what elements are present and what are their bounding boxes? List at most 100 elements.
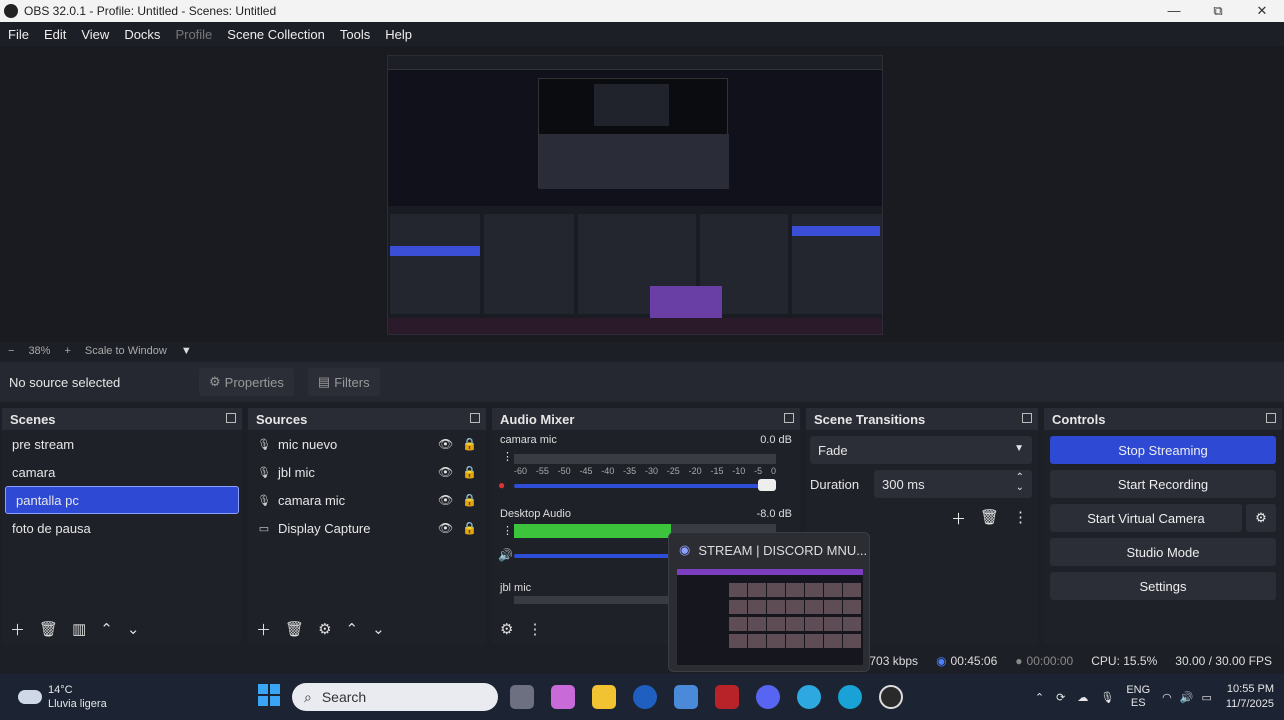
start-virtual-camera-button[interactable]: Start Virtual Camera xyxy=(1050,504,1242,532)
preview-canvas[interactable] xyxy=(387,55,883,335)
mcafee-icon[interactable] xyxy=(715,685,739,709)
system-tray: ⌃ ⟳ ☁ 🎙 ENG ES ◠ 🔊 ▭ 10:55 PM 11/7/2025 xyxy=(1035,674,1274,720)
source-item[interactable]: 🎙 jbl mic 👁 🔒 xyxy=(248,458,486,486)
add-scene-icon[interactable]: ＋ xyxy=(10,619,25,640)
lock-icon[interactable]: 🔒 xyxy=(462,437,477,451)
onedrive-icon[interactable]: ☁ xyxy=(1077,691,1088,704)
remove-source-icon[interactable]: 🗑 xyxy=(285,620,304,638)
menu-scene-collection[interactable]: Scene Collection xyxy=(227,27,325,42)
filters-button[interactable]: ▤ Filters xyxy=(307,368,380,396)
add-source-icon[interactable]: ＋ xyxy=(256,619,271,640)
source-item[interactable]: 🎙 mic nuevo 👁 🔒 xyxy=(248,430,486,458)
mixer-settings-icon[interactable]: ⚙ xyxy=(500,620,513,638)
slider-knob[interactable] xyxy=(758,479,776,491)
menu-edit[interactable]: Edit xyxy=(44,27,66,42)
speaker-icon[interactable]: 🔊 xyxy=(498,548,513,562)
minimize-button[interactable]: — xyxy=(1152,3,1196,19)
menu-help[interactable]: Help xyxy=(385,27,412,42)
copilot-icon[interactable] xyxy=(551,685,575,709)
battery-icon[interactable]: ▭ xyxy=(1201,691,1211,704)
move-down-icon[interactable]: ⌄ xyxy=(372,620,385,638)
video-tile xyxy=(767,634,785,648)
scale-mode-dropdown-icon[interactable]: ▼ xyxy=(181,345,192,357)
muted-speaker-icon[interactable]: ● xyxy=(498,478,505,492)
duration-input[interactable]: 300 ms ⌃ ⌄ xyxy=(874,470,1032,498)
lock-icon[interactable]: 🔒 xyxy=(462,465,477,479)
source-settings-icon[interactable]: ⚙ xyxy=(318,620,331,638)
undock-icon[interactable] xyxy=(1022,413,1032,423)
undock-icon[interactable] xyxy=(470,413,480,423)
transition-select[interactable]: Fade ▼ xyxy=(810,436,1032,464)
move-down-icon[interactable]: ⌄ xyxy=(127,620,140,638)
obs-taskbar-icon[interactable] xyxy=(879,685,903,709)
popup-thumbnail[interactable] xyxy=(677,569,863,665)
chevron-up-icon[interactable]: ⌃ xyxy=(1035,691,1044,704)
volume-icon[interactable]: 🔊 xyxy=(1180,691,1194,704)
discord-taskbar-icon[interactable] xyxy=(756,685,780,709)
weather-widget[interactable]: 14°C Lluvia ligera xyxy=(18,683,107,711)
channel-menu-icon[interactable]: ⋮ xyxy=(502,450,513,463)
source-item[interactable]: 🎙 camara mic 👁 🔒 xyxy=(248,486,486,514)
taskbar-preview-popup[interactable]: ◉ STREAM | DISCORD MNU... xyxy=(668,532,870,672)
video-tile xyxy=(767,600,785,614)
spinner-icon[interactable]: ⌃ ⌄ xyxy=(1016,473,1024,493)
task-view-icon[interactable] xyxy=(510,685,534,709)
menu-view[interactable]: View xyxy=(81,27,109,42)
chrome-icon[interactable] xyxy=(797,685,821,709)
zoom-out-button[interactable]: − xyxy=(8,345,14,357)
menu-profile[interactable]: Profile xyxy=(175,27,212,42)
file-explorer-icon[interactable] xyxy=(592,685,616,709)
scale-mode-label[interactable]: Scale to Window xyxy=(85,345,167,357)
maximize-button[interactable]: ⧉ xyxy=(1196,3,1240,19)
visibility-eye-icon[interactable]: 👁 xyxy=(438,437,453,451)
settings-button[interactable]: Settings xyxy=(1050,572,1276,600)
video-tile xyxy=(843,617,861,631)
channel-menu-icon[interactable]: ⋮ xyxy=(502,524,513,537)
add-transition-icon[interactable]: ＋ xyxy=(951,508,966,529)
lock-icon[interactable]: 🔒 xyxy=(462,493,477,507)
stop-streaming-button[interactable]: Stop Streaming xyxy=(1050,436,1276,464)
sync-icon[interactable]: ⟳ xyxy=(1056,691,1065,704)
taskbar-search[interactable]: ⌕ Search xyxy=(292,683,498,711)
scene-item[interactable]: foto de pausa xyxy=(2,514,242,542)
microphone-icon[interactable]: 🎙 xyxy=(1100,691,1114,704)
undock-icon[interactable] xyxy=(226,413,236,423)
close-button[interactable]: ✕ xyxy=(1240,3,1284,19)
properties-button[interactable]: ⚙ Properties xyxy=(199,368,294,396)
source-item[interactable]: ▭ Display Capture 👁 🔒 xyxy=(248,514,486,542)
volume-slider[interactable] xyxy=(514,479,776,491)
move-up-icon[interactable]: ⌃ xyxy=(346,620,359,638)
undock-icon[interactable] xyxy=(1266,413,1276,423)
menu-docks[interactable]: Docks xyxy=(124,27,160,42)
visibility-eye-icon[interactable]: 👁 xyxy=(438,493,453,507)
language-indicator[interactable]: ENG ES xyxy=(1126,684,1150,710)
undock-icon[interactable] xyxy=(784,413,794,423)
remove-scene-icon[interactable]: 🗑 xyxy=(39,620,58,638)
scene-item[interactable]: camara xyxy=(2,458,242,486)
store-icon[interactable] xyxy=(674,685,698,709)
move-up-icon[interactable]: ⌃ xyxy=(100,620,113,638)
start-recording-button[interactable]: Start Recording xyxy=(1050,470,1276,498)
clock[interactable]: 10:55 PM 11/7/2025 xyxy=(1226,682,1274,712)
scenes-dock: Scenes pre stream camara pantalla pc fot… xyxy=(2,408,242,644)
windows-start-icon[interactable] xyxy=(258,684,280,706)
visibility-eye-icon[interactable]: 👁 xyxy=(438,521,453,535)
menu-tools[interactable]: Tools xyxy=(340,27,370,42)
zoom-in-button[interactable]: + xyxy=(64,345,70,357)
virtual-camera-settings-icon[interactable]: ⚙ xyxy=(1246,504,1276,532)
scene-item-selected[interactable]: pantalla pc xyxy=(5,486,239,514)
hp-icon[interactable] xyxy=(633,685,657,709)
mixer-menu-icon[interactable]: ⋮ xyxy=(527,620,542,638)
visibility-eye-icon[interactable]: 👁 xyxy=(438,465,453,479)
filter-icon: ▤ xyxy=(317,374,331,389)
transition-menu-icon[interactable]: ⋮ xyxy=(1013,508,1028,529)
menu-file[interactable]: File xyxy=(8,27,29,42)
lock-icon[interactable]: 🔒 xyxy=(462,521,477,535)
scene-item[interactable]: pre stream xyxy=(2,430,242,458)
remove-transition-icon[interactable]: 🗑 xyxy=(980,508,999,529)
edge-icon[interactable] xyxy=(838,685,862,709)
wifi-icon[interactable]: ◠ xyxy=(1162,691,1172,704)
scene-filter-icon[interactable]: ▥ xyxy=(72,620,86,638)
record-icon: ● xyxy=(1015,654,1023,668)
studio-mode-button[interactable]: Studio Mode xyxy=(1050,538,1276,566)
